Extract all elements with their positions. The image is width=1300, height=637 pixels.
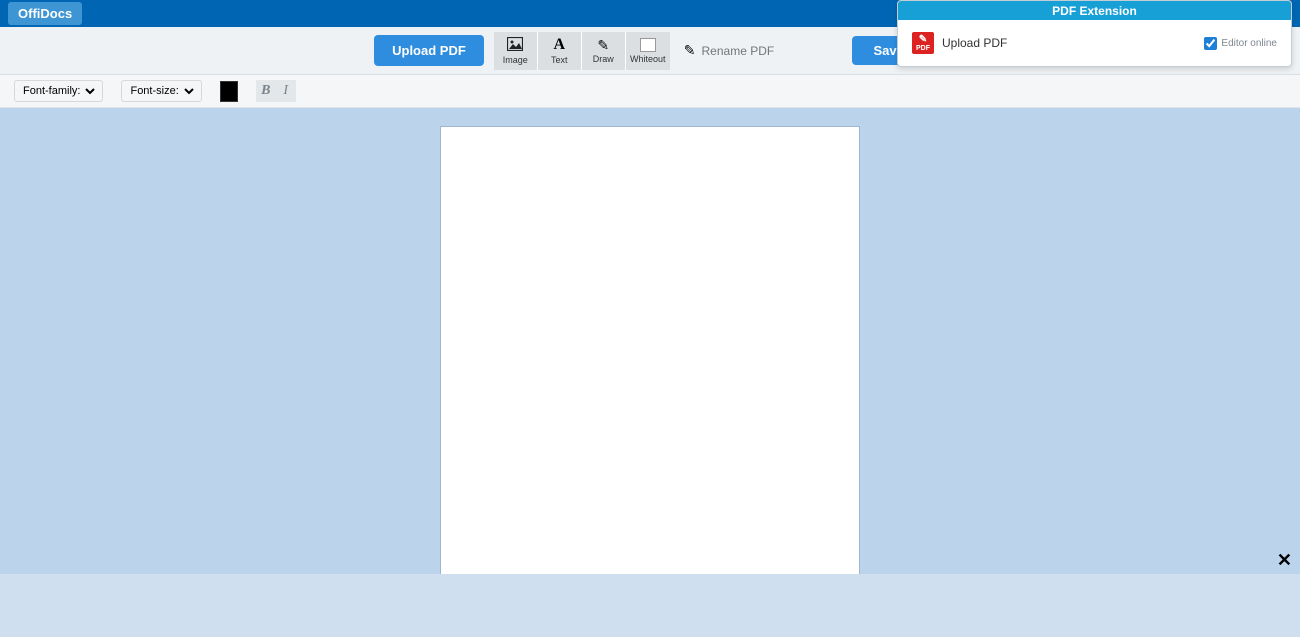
brand-button[interactable]: OffiDocs — [8, 2, 82, 25]
rename-group: ✎ — [684, 42, 782, 59]
tool-draw[interactable]: ✎ Draw — [582, 32, 626, 70]
extension-upload-label[interactable]: Upload PDF — [942, 36, 1196, 50]
bold-button[interactable]: B — [256, 80, 276, 102]
extension-body: ✎ PDF Upload PDF Editor online — [898, 20, 1291, 66]
font-family-dropdown[interactable] — [84, 84, 98, 98]
upload-pdf-button[interactable]: Upload PDF — [374, 35, 484, 66]
extension-title: PDF Extension — [898, 1, 1291, 20]
bottom-bar — [0, 574, 1300, 637]
font-size-select[interactable]: Font-size: — [121, 80, 201, 102]
tool-text-label: Text — [551, 55, 568, 65]
tool-text[interactable]: A Text — [538, 32, 582, 70]
text-icon: A — [554, 37, 566, 53]
font-size-dropdown[interactable] — [183, 84, 197, 98]
pdf-page[interactable] — [440, 126, 860, 574]
whiteout-icon — [640, 38, 656, 52]
tool-whiteout-label: Whiteout — [630, 54, 666, 64]
editor-online-checkbox[interactable] — [1204, 37, 1217, 50]
tool-image-label: Image — [503, 55, 528, 65]
extension-popup: PDF Extension ✎ PDF Upload PDF Editor on… — [897, 0, 1292, 67]
italic-button[interactable]: I — [276, 80, 296, 102]
close-icon[interactable]: ✕ — [1277, 550, 1292, 571]
editor-online-toggle[interactable]: Editor online — [1204, 37, 1277, 50]
pdf-icon-text: PDF — [916, 45, 930, 52]
pencil-icon: ✎ — [684, 42, 696, 59]
rename-input[interactable] — [702, 44, 782, 58]
color-swatch[interactable] — [220, 81, 238, 102]
font-family-select[interactable]: Font-family: — [14, 80, 103, 102]
pencil-icon: ✎ — [597, 38, 609, 52]
tool-group: Image A Text ✎ Draw Whiteout — [494, 32, 670, 70]
format-bar: Font-family: Font-size: B I — [0, 75, 1300, 108]
tool-whiteout[interactable]: Whiteout — [626, 32, 670, 70]
editor-online-label: Editor online — [1221, 38, 1277, 49]
canvas-area — [0, 108, 1300, 574]
tool-image[interactable]: Image — [494, 32, 538, 70]
font-size-label: Font-size: — [130, 85, 178, 97]
pen-icon: ✎ — [919, 35, 927, 45]
pdf-icon: ✎ PDF — [912, 32, 934, 54]
image-icon — [507, 37, 523, 53]
font-family-label: Font-family: — [23, 85, 80, 97]
tool-draw-label: Draw — [593, 54, 614, 64]
